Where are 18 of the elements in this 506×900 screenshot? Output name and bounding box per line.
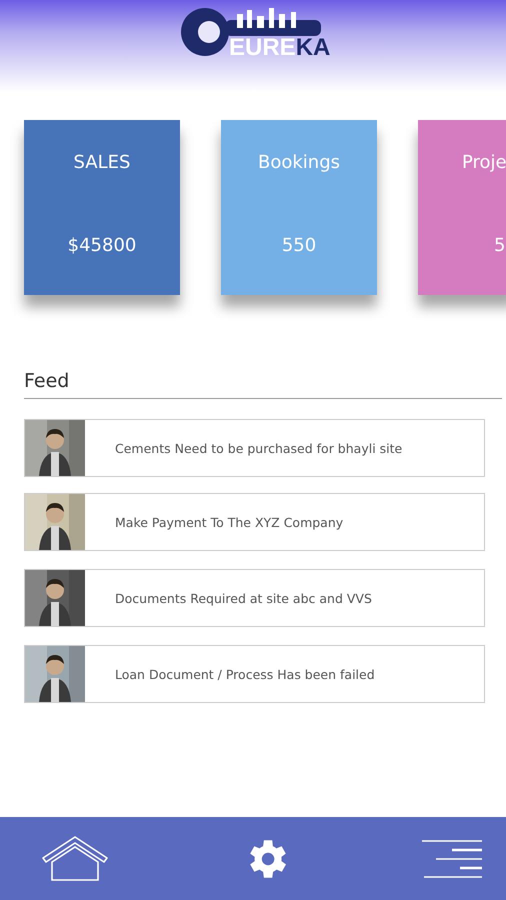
feed-text: Documents Required at site abc and VVS bbox=[115, 590, 372, 606]
feed-text: Cements Need to be purchased for bhayli site bbox=[115, 440, 402, 456]
home-icon[interactable] bbox=[40, 834, 110, 884]
feed-text: Make Payment To The XYZ Company bbox=[115, 514, 344, 530]
feed-item[interactable]: Loan Document / Process Has been failed bbox=[24, 645, 485, 703]
feed-item[interactable]: Cements Need to be purchased for bhayli site bbox=[24, 419, 485, 477]
card-title: Proje bbox=[462, 152, 506, 173]
card-title: SALES bbox=[74, 152, 130, 173]
card-value: 550 bbox=[282, 235, 316, 256]
feed-text: Loan Document / Process Has been failed bbox=[115, 666, 375, 682]
logo: EUREKA bbox=[177, 0, 349, 64]
card-title: Bookings bbox=[258, 152, 340, 173]
feed-item[interactable]: Make Payment To The XYZ Company bbox=[24, 493, 485, 551]
menu-icon[interactable] bbox=[422, 838, 484, 878]
section-title: Feed bbox=[24, 370, 502, 399]
card-value: $45800 bbox=[68, 235, 136, 256]
card-value: 5 bbox=[494, 235, 506, 256]
feed-item[interactable]: Documents Required at site abc and VVS bbox=[24, 569, 485, 627]
